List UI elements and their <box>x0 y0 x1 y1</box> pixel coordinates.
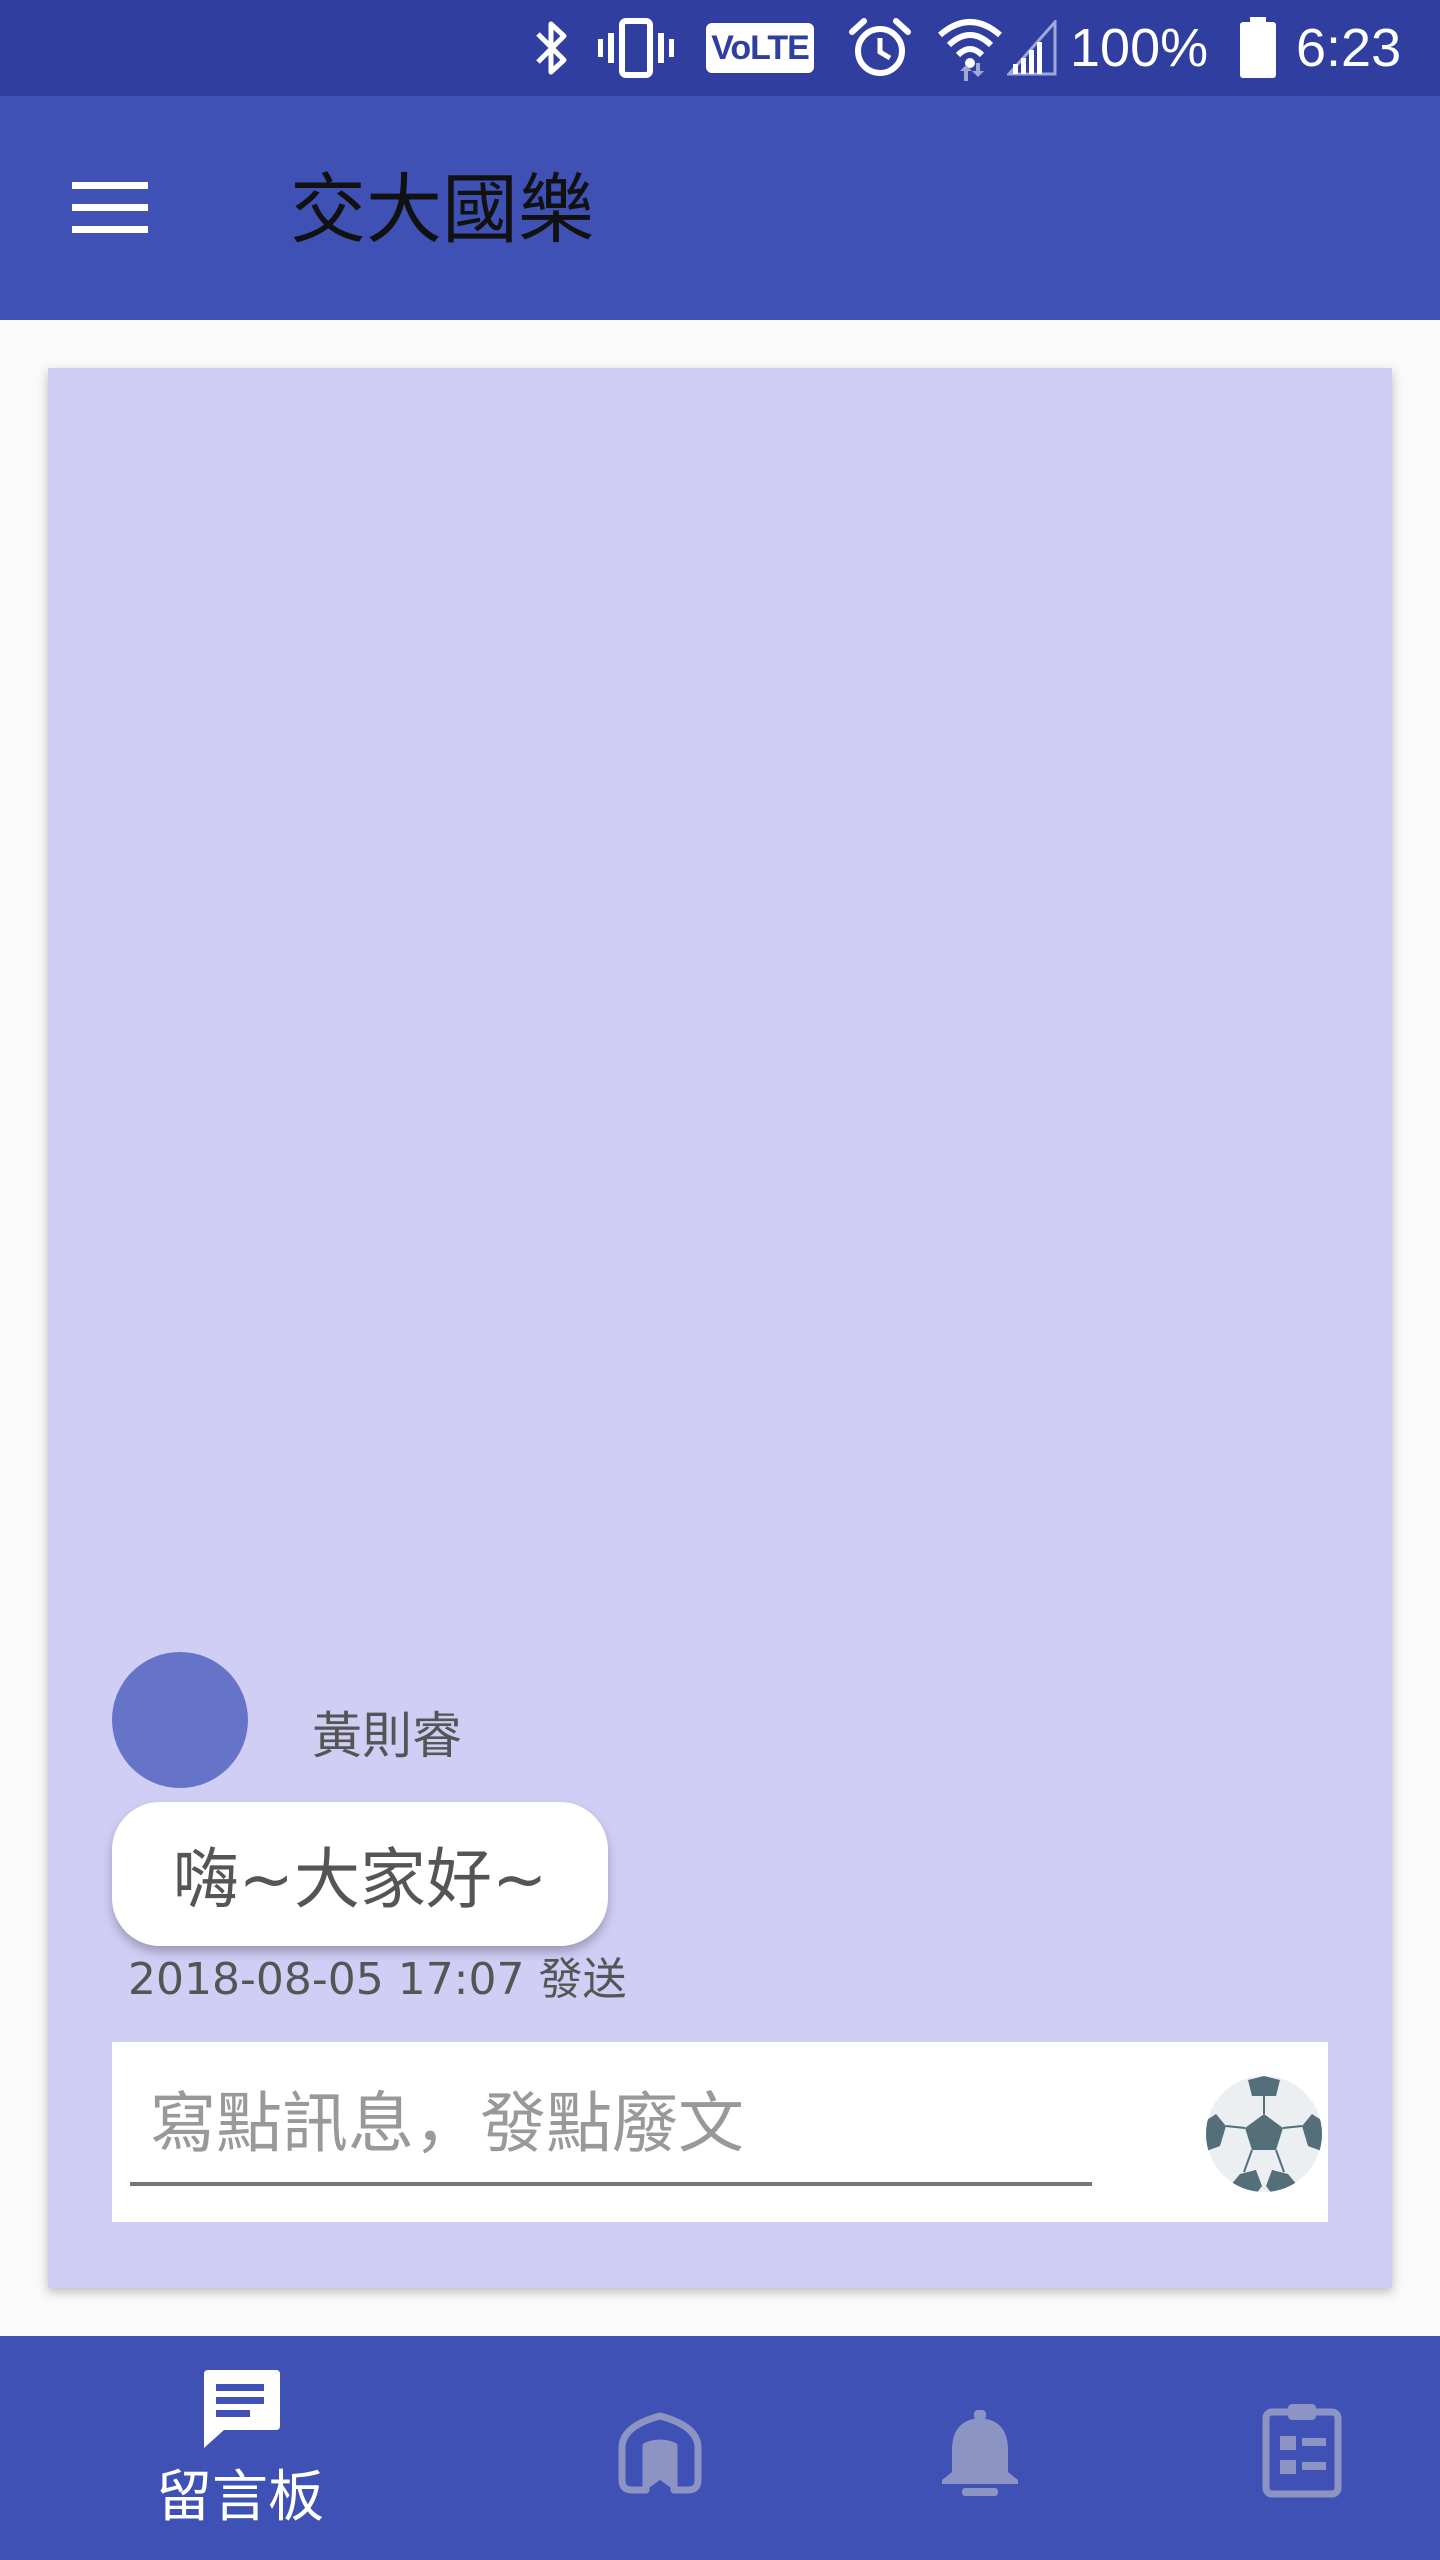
signal-icon <box>1006 0 1058 96</box>
bottom-navigation: 留言板 <box>0 2336 1440 2560</box>
bell-icon <box>938 2410 1022 2498</box>
clock: 6:23 <box>1296 18 1402 78</box>
clipboard-icon <box>1260 2400 1344 2500</box>
battery-percent: 100% <box>1070 18 1209 78</box>
battery-icon <box>1234 0 1282 96</box>
tab-message-board-label: 留言板 <box>156 2465 324 2530</box>
composer <box>112 2042 1328 2222</box>
tab-notifications[interactable] <box>800 2336 1160 2560</box>
tab-clipboard[interactable] <box>1120 2336 1440 2560</box>
bluetooth-icon <box>524 0 580 96</box>
page-title: 交大國樂 <box>290 165 594 254</box>
soccer-ball-icon <box>1206 2076 1322 2192</box>
menu-icon[interactable] <box>60 172 160 244</box>
message-bubble[interactable]: 嗨~大家好~ <box>112 1802 608 1946</box>
status-bar: VoLTE 100% 6:23 <box>0 0 1440 96</box>
book-icon <box>616 2410 704 2498</box>
send-button[interactable] <box>1202 2072 1326 2196</box>
app-bar: 交大國樂 <box>0 96 1440 320</box>
vibrate-icon <box>596 0 676 96</box>
message-board-icon <box>198 2366 282 2454</box>
message-text: 嗨~大家好~ <box>172 1841 548 1918</box>
wifi-icon <box>934 0 1006 96</box>
message-timestamp: 2018-08-05 17:07 發送 <box>128 1954 627 2005</box>
volte-label: VoLTE <box>711 28 810 67</box>
tab-message-board[interactable]: 留言板 <box>0 2336 360 2560</box>
volte-icon: VoLTE <box>704 0 816 96</box>
alarm-icon <box>844 0 916 96</box>
avatar[interactable] <box>112 1652 248 1788</box>
tab-book[interactable] <box>480 2336 840 2560</box>
message-sender: 黃則睿 <box>312 1707 462 1765</box>
message-board[interactable]: 黃則睿 嗨~大家好~ 2018-08-05 17:07 發送 <box>48 368 1392 2288</box>
message-input[interactable] <box>130 2064 1092 2186</box>
